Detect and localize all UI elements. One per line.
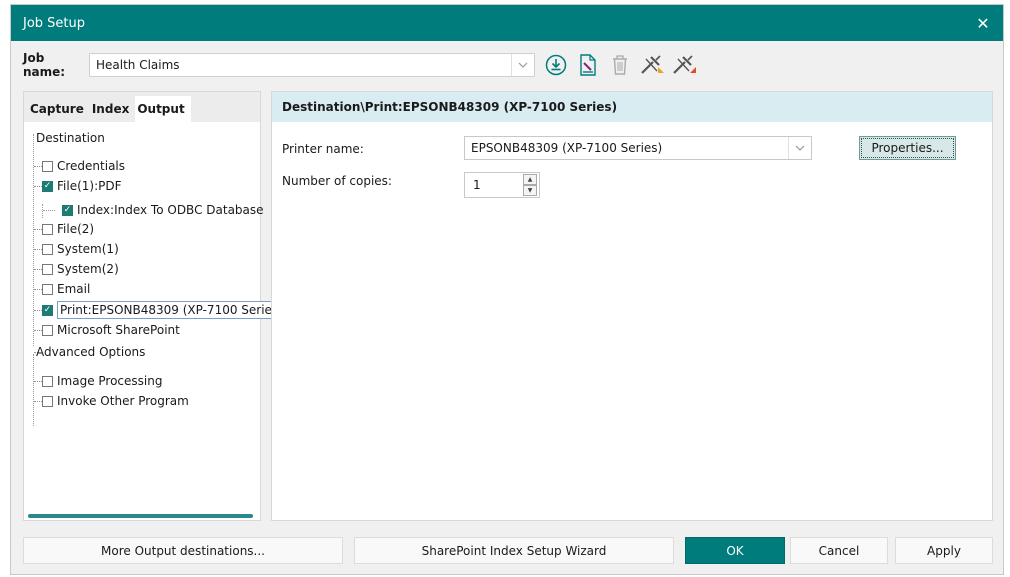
tree-line [42, 204, 43, 218]
copies-stepper[interactable]: 1 ▲ ▼ [464, 172, 540, 198]
ok-button[interactable]: OK [685, 537, 785, 564]
tree-label: Invoke Other Program [57, 394, 189, 408]
tree-node-destination[interactable]: Destination [36, 129, 105, 147]
tab-strip: Capture Index Output [24, 92, 260, 122]
spin-up-icon[interactable]: ▲ [523, 174, 537, 185]
spin-down-icon[interactable]: ▼ [523, 185, 537, 196]
tree-item-file1-pdf[interactable]: File(1):PDF [42, 177, 122, 195]
tree-label: Credentials [57, 159, 126, 173]
job-setup-window: Job Setup ✕ Job name: Health Claims Capt… [10, 4, 1004, 575]
tree-label: Microsoft SharePoint [57, 323, 180, 337]
tree-label: System(1) [57, 242, 119, 256]
edit-document-icon[interactable] [575, 52, 601, 78]
checkbox[interactable] [42, 324, 53, 336]
tree-item-system2[interactable]: System(2) [42, 260, 119, 278]
tab-index[interactable]: Index [90, 96, 135, 122]
printer-name-combobox[interactable]: EPSONB48309 (XP-7100 Series) [464, 136, 812, 160]
close-icon[interactable]: ✕ [971, 11, 995, 35]
tree-line [33, 354, 34, 426]
chevron-down-icon[interactable] [788, 137, 811, 159]
tab-output[interactable]: Output [135, 96, 191, 122]
checkbox[interactable] [62, 204, 73, 216]
left-pane: Capture Index Output Destination Credent… [23, 91, 286, 521]
tree-item-file2[interactable]: File(2) [42, 220, 94, 238]
settings-pane: Destination\Print:EPSONB48309 (XP-7100 S… [271, 91, 993, 521]
tree-item-image-processing[interactable]: Image Processing [42, 372, 162, 390]
panel-header: Destination\Print:EPSONB48309 (XP-7100 S… [272, 92, 992, 122]
checkbox[interactable] [42, 263, 53, 275]
title-bar: Job Setup ✕ [11, 5, 1003, 41]
properties-button[interactable]: Properties... [859, 136, 956, 160]
checkbox[interactable] [42, 243, 53, 255]
horizontal-scrollbar[interactable] [28, 514, 253, 518]
checkbox[interactable] [42, 375, 53, 387]
chevron-down-icon[interactable] [511, 54, 534, 76]
tree-label: Destination [36, 131, 105, 145]
sharepoint-wizard-button[interactable]: SharePoint Index Setup Wizard [354, 537, 674, 564]
checkbox[interactable] [42, 180, 53, 192]
copies-label: Number of copies: [282, 174, 392, 188]
checkbox[interactable] [42, 283, 53, 295]
printer-name-value: EPSONB48309 (XP-7100 Series) [471, 141, 663, 155]
checkbox[interactable] [42, 304, 53, 316]
tree-item-credentials[interactable]: Credentials [42, 157, 125, 175]
printer-name-label: Printer name: [282, 142, 364, 156]
checkbox[interactable] [42, 223, 53, 235]
tree-item-print-epson[interactable]: Print:EPSONB48309 (XP-7100 Series) [42, 301, 286, 319]
copies-value: 1 [473, 178, 481, 192]
download-icon[interactable] [543, 52, 569, 78]
job-name-value: Health Claims [96, 58, 180, 72]
job-name-label: Job name: [23, 51, 66, 79]
tree-label-selected: Print:EPSONB48309 (XP-7100 Series) [57, 301, 286, 319]
job-name-row: Job name: Health Claims [23, 51, 991, 79]
stepper-buttons: ▲ ▼ [523, 174, 537, 196]
job-name-combobox[interactable]: Health Claims [89, 53, 535, 77]
more-output-destinations-button[interactable]: More Output destinations... [23, 537, 343, 564]
tree-label: Image Processing [57, 374, 163, 388]
tools-remove-icon[interactable] [671, 52, 697, 78]
tree-label: System(2) [57, 262, 119, 276]
checkbox[interactable] [42, 395, 53, 407]
tree-item-invoke-program[interactable]: Invoke Other Program [42, 392, 189, 410]
trash-icon[interactable] [607, 52, 633, 78]
checkbox[interactable] [42, 160, 53, 172]
apply-button[interactable]: Apply [895, 537, 993, 564]
tree-label: Advanced Options [36, 345, 146, 359]
job-toolbar [543, 52, 697, 78]
tree-item-system1[interactable]: System(1) [42, 240, 119, 258]
window-title: Job Setup [23, 15, 86, 31]
tab-capture[interactable]: Capture [28, 96, 90, 122]
tree-node-advanced-options[interactable]: Advanced Options [36, 343, 145, 361]
tree-label: Email [57, 282, 91, 296]
tree-label: File(1):PDF [57, 179, 122, 193]
tree-item-email[interactable]: Email [42, 280, 90, 298]
tree-item-index-odbc[interactable]: Index:Index To ODBC Database [62, 201, 264, 219]
tree-label: File(2) [57, 222, 95, 236]
tree-item-sharepoint[interactable]: Microsoft SharePoint [42, 321, 180, 339]
button-bar: More Output destinations... SharePoint I… [23, 537, 993, 565]
tools-add-icon[interactable] [639, 52, 665, 78]
cancel-button[interactable]: Cancel [790, 537, 888, 564]
tree-label: Index:Index To ODBC Database [77, 203, 264, 217]
